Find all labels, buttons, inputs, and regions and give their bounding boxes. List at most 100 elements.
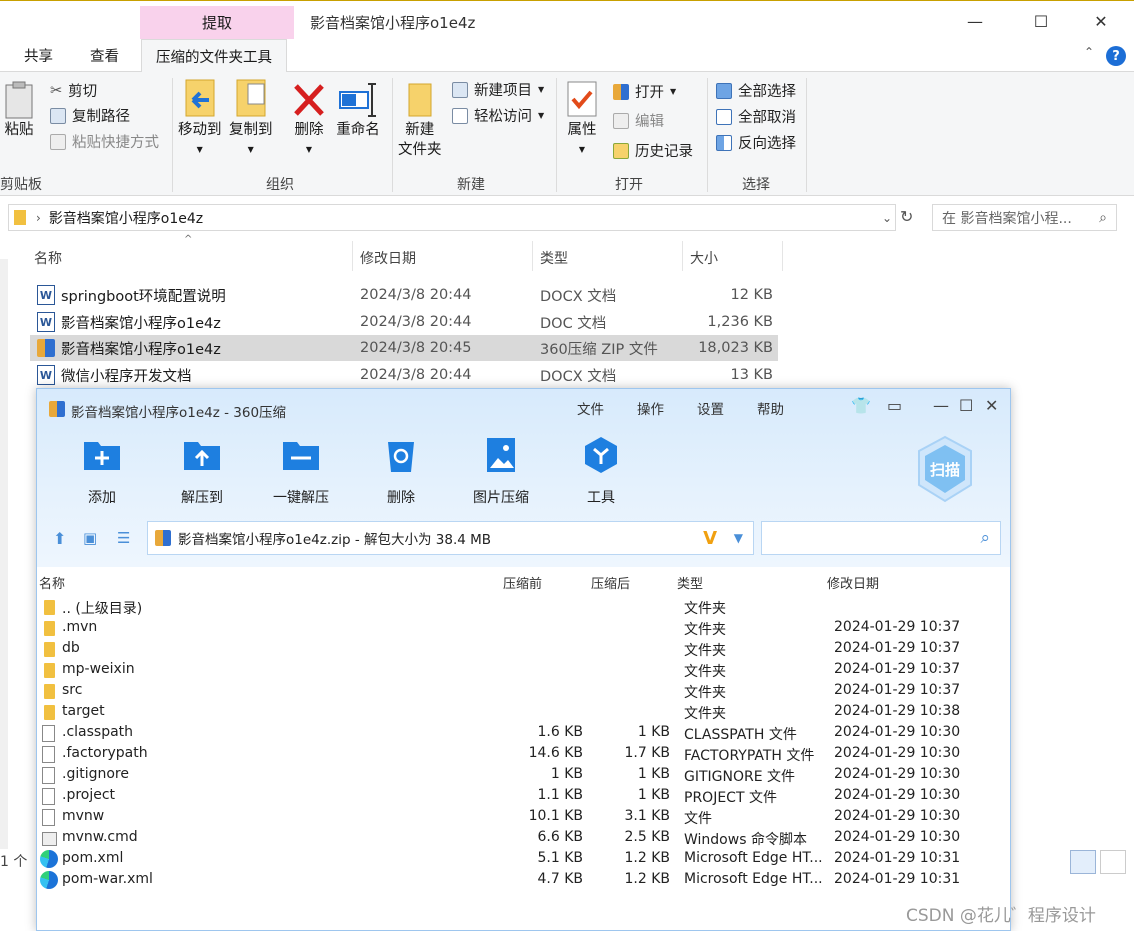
maximize-button[interactable]: ☐ — [1026, 9, 1056, 33]
tab-share[interactable]: 共享 — [24, 39, 53, 72]
feedback-icon[interactable]: ▭ — [887, 396, 902, 415]
add-button[interactable]: 添加 — [57, 435, 147, 507]
column-type[interactable]: 类型 — [540, 248, 568, 268]
zip-search-input[interactable]: ⌕ — [761, 521, 1001, 555]
menu-file[interactable]: 文件 — [577, 398, 604, 418]
thumbnails-view-icon[interactable] — [1100, 850, 1126, 874]
zip-row-name: mvnw — [62, 808, 105, 824]
rename-button[interactable]: 重命名 — [336, 80, 380, 140]
search-input[interactable]: 在 影音档案馆小程... ⌕ — [932, 204, 1117, 231]
chevron-down-icon[interactable]: ▼ — [734, 531, 743, 545]
column-divider — [532, 241, 533, 271]
minimize-button[interactable]: — — [933, 396, 949, 415]
column-date[interactable]: 修改日期 — [360, 248, 416, 268]
list-view-icon[interactable]: ▣ — [83, 529, 97, 547]
file-row[interactable]: W 微信小程序开发文档 2024/3/8 20:44 DOCX 文档 13 KB — [30, 362, 778, 388]
tab-extract-context[interactable]: 提取 — [140, 6, 294, 39]
delete-button[interactable]: 删除 ▼ — [292, 80, 326, 160]
close-button[interactable]: ✕ — [985, 396, 998, 415]
add-folder-icon — [82, 435, 122, 475]
tab-compressed-folder-tools[interactable]: 压缩的文件夹工具 — [141, 39, 287, 73]
zip-col-date[interactable]: 修改日期 — [827, 573, 879, 592]
zip-row[interactable]: .mvn 文件夹 2024-01-29 10:37 — [37, 618, 1010, 639]
rename-label: 重命名 — [336, 122, 380, 138]
file-row[interactable]: W 影音档案馆小程序o1e4z 2024/3/8 20:44 DOC 文档 1,… — [30, 309, 778, 335]
tools-button[interactable]: 工具 — [556, 435, 646, 507]
copy-path-button[interactable]: 复制路径 — [50, 105, 130, 126]
group-label-new: 新建 — [457, 177, 485, 193]
zip-row[interactable]: target 文件夹 2024-01-29 10:38 — [37, 702, 1010, 723]
minimize-button[interactable]: — — [960, 9, 990, 33]
close-button[interactable]: ✕ — [1086, 9, 1116, 33]
select-all-button[interactable]: 全部选择 — [716, 80, 796, 101]
extract-to-button[interactable]: 解压到 — [157, 435, 247, 507]
zip-row[interactable]: mp-weixin 文件夹 2024-01-29 10:37 — [37, 660, 1010, 681]
paste-shortcut-button[interactable]: 粘贴快捷方式 — [50, 131, 159, 152]
invert-selection-button[interactable]: 反向选择 — [716, 132, 796, 153]
zip-row[interactable]: src 文件夹 2024-01-29 10:37 — [37, 681, 1010, 702]
cut-button[interactable]: ✂ 剪切 — [50, 80, 97, 101]
zip-row[interactable]: .project 1.1 KB 1 KB PROJECT 文件 2024-01-29 1… — [37, 786, 1010, 807]
paste-button[interactable]: 粘贴 — [4, 80, 34, 140]
zip-col-name[interactable]: 名称 — [39, 573, 65, 592]
breadcrumb[interactable]: 影音档案馆小程序o1e4z — [49, 208, 203, 228]
edit-button[interactable]: 编辑 — [613, 110, 664, 131]
menu-operation[interactable]: 操作 — [637, 398, 664, 418]
zip-path-bar[interactable]: 影音档案馆小程序o1e4z.zip - 解包大小为 38.4 MB V ▼ — [147, 521, 754, 555]
zip-col-type[interactable]: 类型 — [677, 573, 703, 592]
maximize-button[interactable]: ☐ — [959, 396, 973, 415]
zip-col-after[interactable]: 压缩后 — [591, 573, 630, 592]
menu-help[interactable]: 帮助 — [757, 398, 784, 418]
tab-view[interactable]: 查看 — [90, 39, 119, 72]
zip-row[interactable]: .gitignore 1 KB 1 KB GITIGNORE 文件 2024-01-29… — [37, 765, 1010, 786]
zip-row[interactable]: db 文件夹 2024-01-29 10:37 — [37, 639, 1010, 660]
menu-settings[interactable]: 设置 — [697, 398, 724, 418]
zip-row[interactable]: pom-war.xml 4.7 KB 1.2 KB Microsoft Edge HT… — [37, 870, 1010, 891]
open-button[interactable]: 打开 ▼ — [613, 81, 676, 102]
new-folder-button[interactable]: 新建 文件夹 — [398, 80, 442, 160]
left-scrollbar[interactable] — [0, 259, 8, 849]
move-to-button[interactable]: 移动到 ▼ — [178, 78, 222, 160]
file-date: 2024/3/8 20:44 — [360, 287, 472, 303]
details-view-icon[interactable] — [1070, 850, 1096, 874]
column-divider — [782, 241, 783, 271]
properties-button[interactable]: 属性 ▼ — [566, 80, 598, 160]
extract-folder-icon — [182, 435, 222, 475]
one-click-extract-button[interactable]: 一键解压 — [256, 435, 346, 507]
zip-row[interactable]: mvnw 10.1 KB 3.1 KB 文件 2024-01-29 10:30 — [37, 807, 1010, 828]
zip-row[interactable]: pom.xml 5.1 KB 1.2 KB Microsoft Edge HT... 2… — [37, 849, 1010, 870]
file-size: 12 KB — [730, 287, 773, 303]
zip-delete-button[interactable]: 删除 — [356, 435, 446, 507]
zip-row[interactable]: .factorypath 14.6 KB 1.7 KB FACTORYPATH 文件 2… — [37, 744, 1010, 765]
image-compress-button[interactable]: 图片压缩 — [456, 435, 546, 507]
column-name[interactable]: 名称 — [34, 248, 62, 268]
zip-row-pre: 1.6 KB — [537, 724, 584, 740]
copy-to-button[interactable]: 复制到 ▼ — [229, 78, 273, 160]
zip-row[interactable]: .classpath 1.6 KB 1 KB CLASSPATH 文件 2024-01-… — [37, 723, 1010, 744]
select-none-button[interactable]: 全部取消 — [716, 106, 796, 127]
file-row[interactable]: W springboot环境配置说明 2024/3/8 20:44 DOCX 文… — [30, 282, 778, 308]
zip-col-before[interactable]: 压缩前 — [503, 573, 542, 592]
new-item-button[interactable]: 新建项目 ▼ — [452, 79, 544, 100]
file-size: 1,236 KB — [707, 314, 773, 330]
refresh-icon[interactable]: ↻ — [900, 207, 913, 226]
column-size[interactable]: 大小 — [690, 248, 718, 268]
chevron-down-icon[interactable]: ⌄ — [882, 211, 892, 225]
history-button[interactable]: 历史记录 — [613, 140, 693, 161]
easy-access-button[interactable]: 轻松访问 ▼ — [452, 105, 544, 126]
file-row-selected[interactable]: 影音档案馆小程序o1e4z 2024/3/8 20:45 360压缩 ZIP 文… — [30, 335, 778, 361]
zip-row[interactable]: .. (上级目录) 文件夹 — [37, 597, 1010, 618]
zip-window: 影音档案馆小程序o1e4z - 360压缩 文件 操作 设置 帮助 👕 ▭ — … — [36, 388, 1011, 931]
up-arrow-icon[interactable]: ⬆ — [53, 529, 66, 548]
skin-icon[interactable]: 👕 — [851, 396, 871, 415]
zip-row-name: target — [62, 703, 105, 719]
address-bar[interactable]: › 影音档案馆小程序o1e4z ⌄ — [8, 204, 896, 231]
detail-view-icon[interactable]: ☰ — [117, 529, 130, 547]
zip-file-icon — [155, 530, 171, 546]
zip-row[interactable]: mvnw.cmd 6.6 KB 2.5 KB Windows 命令脚本 2024-01-… — [37, 828, 1010, 849]
help-icon[interactable]: ? — [1106, 46, 1126, 66]
word-icon: W — [37, 285, 55, 305]
zip-row-type: 文件夹 — [684, 622, 726, 638]
collapse-ribbon-icon[interactable]: ⌃ — [1084, 45, 1094, 59]
scan-button[interactable]: 扫描 — [915, 435, 975, 503]
